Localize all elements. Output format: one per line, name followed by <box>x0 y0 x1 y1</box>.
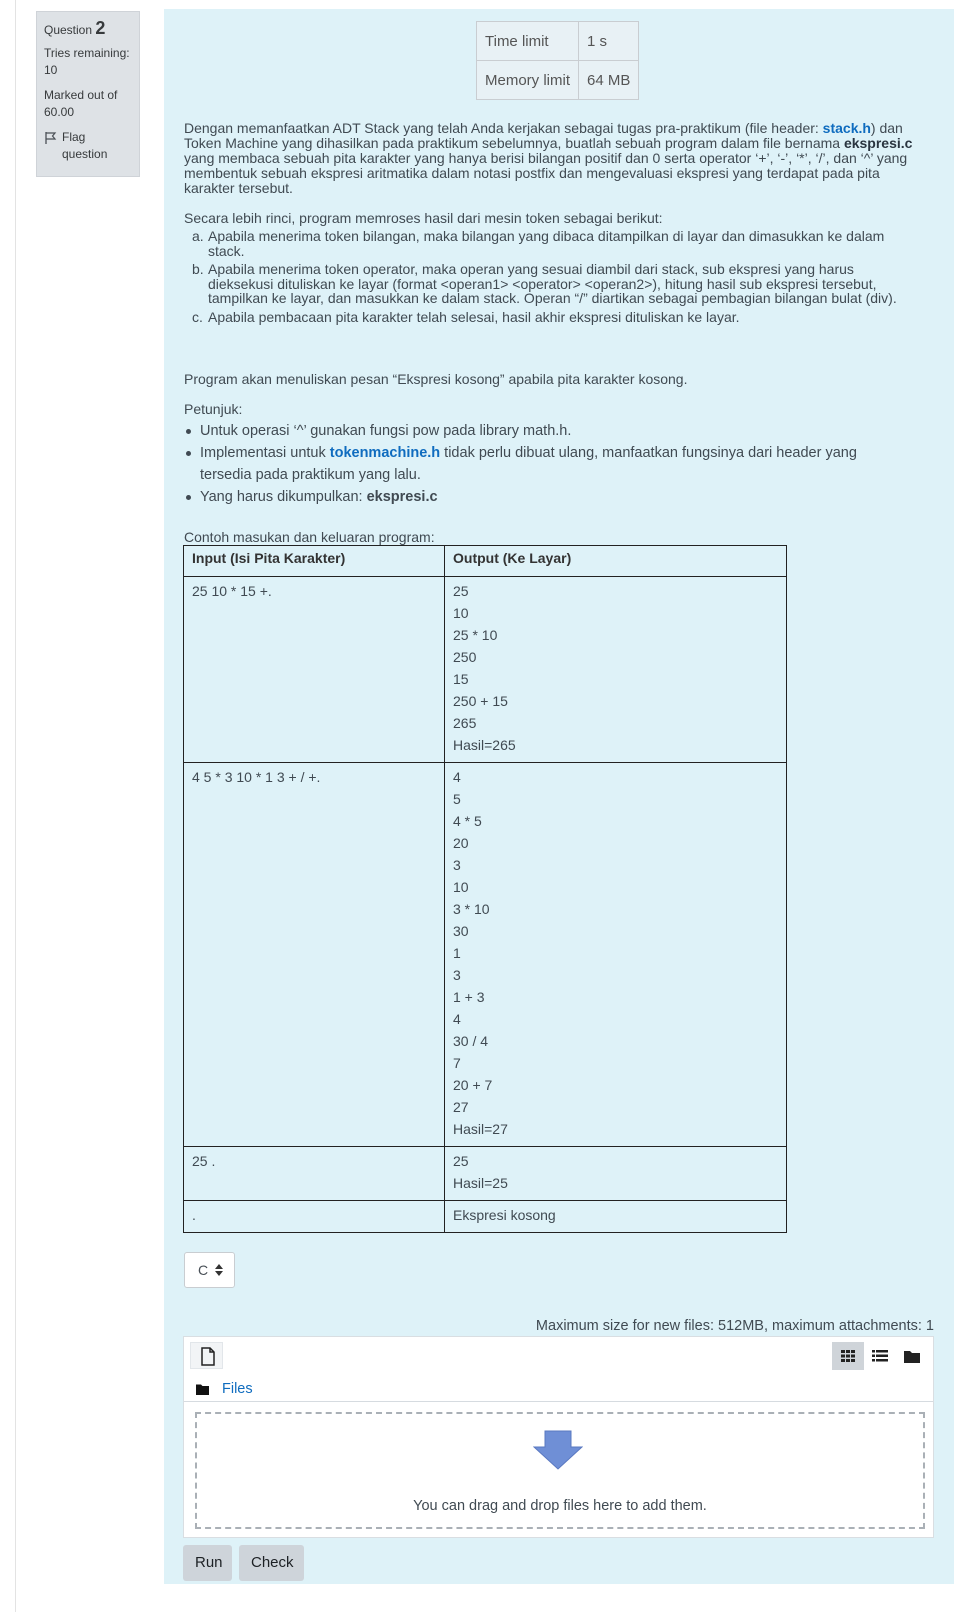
tries-label: Tries remaining: <box>44 46 130 60</box>
table-row: 25 . 25 Hasil=25 <box>183 1146 787 1201</box>
tokenmachine-h-link[interactable]: tokenmachine.h <box>330 445 440 461</box>
list-marker: a. <box>192 228 204 244</box>
output-cell: 4 5 4 * 5 20 3 10 3 * 10 30 1 3 1 + 3 4 … <box>444 762 787 1147</box>
select-updown-icon <box>215 1264 223 1276</box>
limit-value: 64 MB <box>577 60 640 100</box>
process-steps-list: a. Apabila menerima token bilangan, maka … <box>192 228 918 328</box>
view-switcher <box>832 1342 928 1370</box>
limit-label: Memory limit <box>476 60 579 100</box>
drop-message: You can drag and drop files here to add … <box>413 1498 707 1514</box>
output-cell: 25 10 25 * 10 250 15 250 + 15 265 Hasil=… <box>444 576 787 763</box>
list-item: Untuk operasi ‘^’ gunakan fungsi pow pad… <box>184 420 894 442</box>
limit-value: 1 s <box>577 21 640 61</box>
list-item: Yang harus dikumpulkan: ekspresi.c <box>184 486 894 508</box>
limits-table: Time limit 1 s Memory limit 64 MB <box>476 21 640 100</box>
stack-h-link[interactable]: stack.h <box>823 120 871 136</box>
flag-question-link[interactable]: Flag question <box>44 129 132 163</box>
max-size-note: Maximum size for new files: 512MB, maxim… <box>535 1318 934 1334</box>
io-table-body: 25 10 * 15 +. 25 10 25 * 10 250 15 250 + … <box>183 576 787 1233</box>
divider <box>184 1401 933 1402</box>
language-select[interactable]: C <box>184 1252 235 1288</box>
flag-icon <box>45 132 57 144</box>
text-segment: Dengan memanfaatkan ADT Stack yang telah… <box>184 120 823 136</box>
question-label: Question <box>44 23 93 37</box>
question-info: Question 2 Tries remaining: 10 Marked ou… <box>36 11 140 177</box>
folder-files-link[interactable]: Files <box>222 1381 253 1397</box>
limit-row-time: Time limit 1 s <box>476 21 640 61</box>
question-formulation: Time limit 1 s Memory limit 64 MB Dengan… <box>164 9 954 1584</box>
folder-icon <box>904 1350 920 1363</box>
language-select-value: C <box>198 1262 209 1278</box>
list-item-text: Apabila pembacaan pita karakter telah se… <box>208 308 740 325</box>
list-item: c. Apabila pembacaan pita karakter telah … <box>192 308 918 325</box>
description-paragraph-3: Program akan menuliskan pesan “Ekspresi … <box>184 371 688 387</box>
grid-icon <box>841 1350 855 1362</box>
flag-label-2: question <box>62 147 108 161</box>
output-cell: 25 Hasil=25 <box>444 1146 787 1201</box>
hint-label: Petunjuk: <box>184 401 243 417</box>
file-manager: Files You can drag and drop files here t… <box>183 1336 934 1538</box>
folder-icon <box>196 1384 209 1395</box>
add-file-button[interactable] <box>190 1342 223 1369</box>
list-item: b. Apabila menerima token operator, maka … <box>192 261 918 306</box>
column-header-input: Input (Isi Pita Karakter) <box>183 545 445 577</box>
description-paragraph-2: Secara lebih rinci, program memroses has… <box>184 210 663 226</box>
output-cell: Ekspresi kosong <box>444 1200 787 1233</box>
list-item-text: Untuk operasi ‘^’ gunakan fungsi pow pad… <box>200 423 572 439</box>
list-view-button[interactable] <box>864 1342 896 1370</box>
table-row: 25 10 * 15 +. 25 10 25 * 10 250 15 250 + … <box>183 576 787 763</box>
text-segment: Yang harus dikumpulkan: <box>200 489 367 505</box>
example-label: Contoh masukan dan keluaran program: <box>184 529 435 545</box>
filename-bold: ekspresi.c <box>843 135 913 151</box>
list-item: a. Apabila menerima token bilangan, maka … <box>192 228 918 259</box>
file-drop-zone[interactable]: You can drag and drop files here to add … <box>195 1412 925 1529</box>
down-arrow-icon <box>533 1430 583 1470</box>
icon-view-button[interactable] <box>832 1342 864 1370</box>
tree-view-button[interactable] <box>896 1342 928 1370</box>
flag-label: Flag <box>62 130 86 144</box>
question-number-value: 2 <box>95 18 106 38</box>
io-example-table: Input (Isi Pita Karakter) Output (Ke Lay… <box>183 545 787 1233</box>
marked-value: 60.00 <box>44 105 75 119</box>
input-cell: 4 5 * 3 10 * 1 3 + / +. <box>183 762 445 1147</box>
table-row: . Ekspresi kosong <box>183 1200 787 1233</box>
column-header-output: Output (Ke Layar) <box>444 545 787 577</box>
run-button[interactable]: Run <box>183 1545 232 1581</box>
text-segment: Implementasi untuk <box>200 445 330 461</box>
list-marker: c. <box>192 308 203 325</box>
input-cell: 25 10 * 15 +. <box>183 576 445 763</box>
table-row: 4 5 * 3 10 * 1 3 + / +. 4 5 4 * 5 20 3 10… <box>183 762 787 1147</box>
table-header-row: Input (Isi Pita Karakter) Output (Ke Lay… <box>183 545 787 577</box>
list-item-text: Apabila menerima token bilangan, maka bi… <box>208 228 885 259</box>
limit-row-memory: Memory limit 64 MB <box>476 60 640 100</box>
marked-label: Marked out of <box>44 88 118 102</box>
input-cell: . <box>183 1200 445 1233</box>
question-number: Question 2 <box>44 18 132 39</box>
filename-bold: ekspresi.c <box>366 489 438 505</box>
left-border <box>15 0 16 1612</box>
tries-remaining: Tries remaining: 10 <box>44 45 132 79</box>
marked-out-of: Marked out of 60.00 <box>44 87 132 121</box>
input-cell: 25 . <box>183 1146 445 1201</box>
list-marker: b. <box>192 261 204 277</box>
file-icon <box>201 1347 215 1366</box>
description-paragraph-1: Dengan memanfaatkan ADT Stack yang telah… <box>184 121 929 196</box>
list-icon <box>872 1350 888 1362</box>
text-segment: yang membaca sebuah pita karakter yang h… <box>184 150 908 196</box>
check-button[interactable]: Check <box>239 1545 304 1581</box>
limit-label: Time limit <box>476 21 579 61</box>
list-item-text: Apabila menerima token operator, maka op… <box>208 261 897 306</box>
hint-list: Untuk operasi ‘^’ gunakan fungsi pow pad… <box>184 420 894 508</box>
list-item: Implementasi untuk tokenmachine.h tidak … <box>184 442 894 486</box>
tries-value: 10 <box>44 63 58 77</box>
breadcrumb: Files <box>196 1381 253 1397</box>
